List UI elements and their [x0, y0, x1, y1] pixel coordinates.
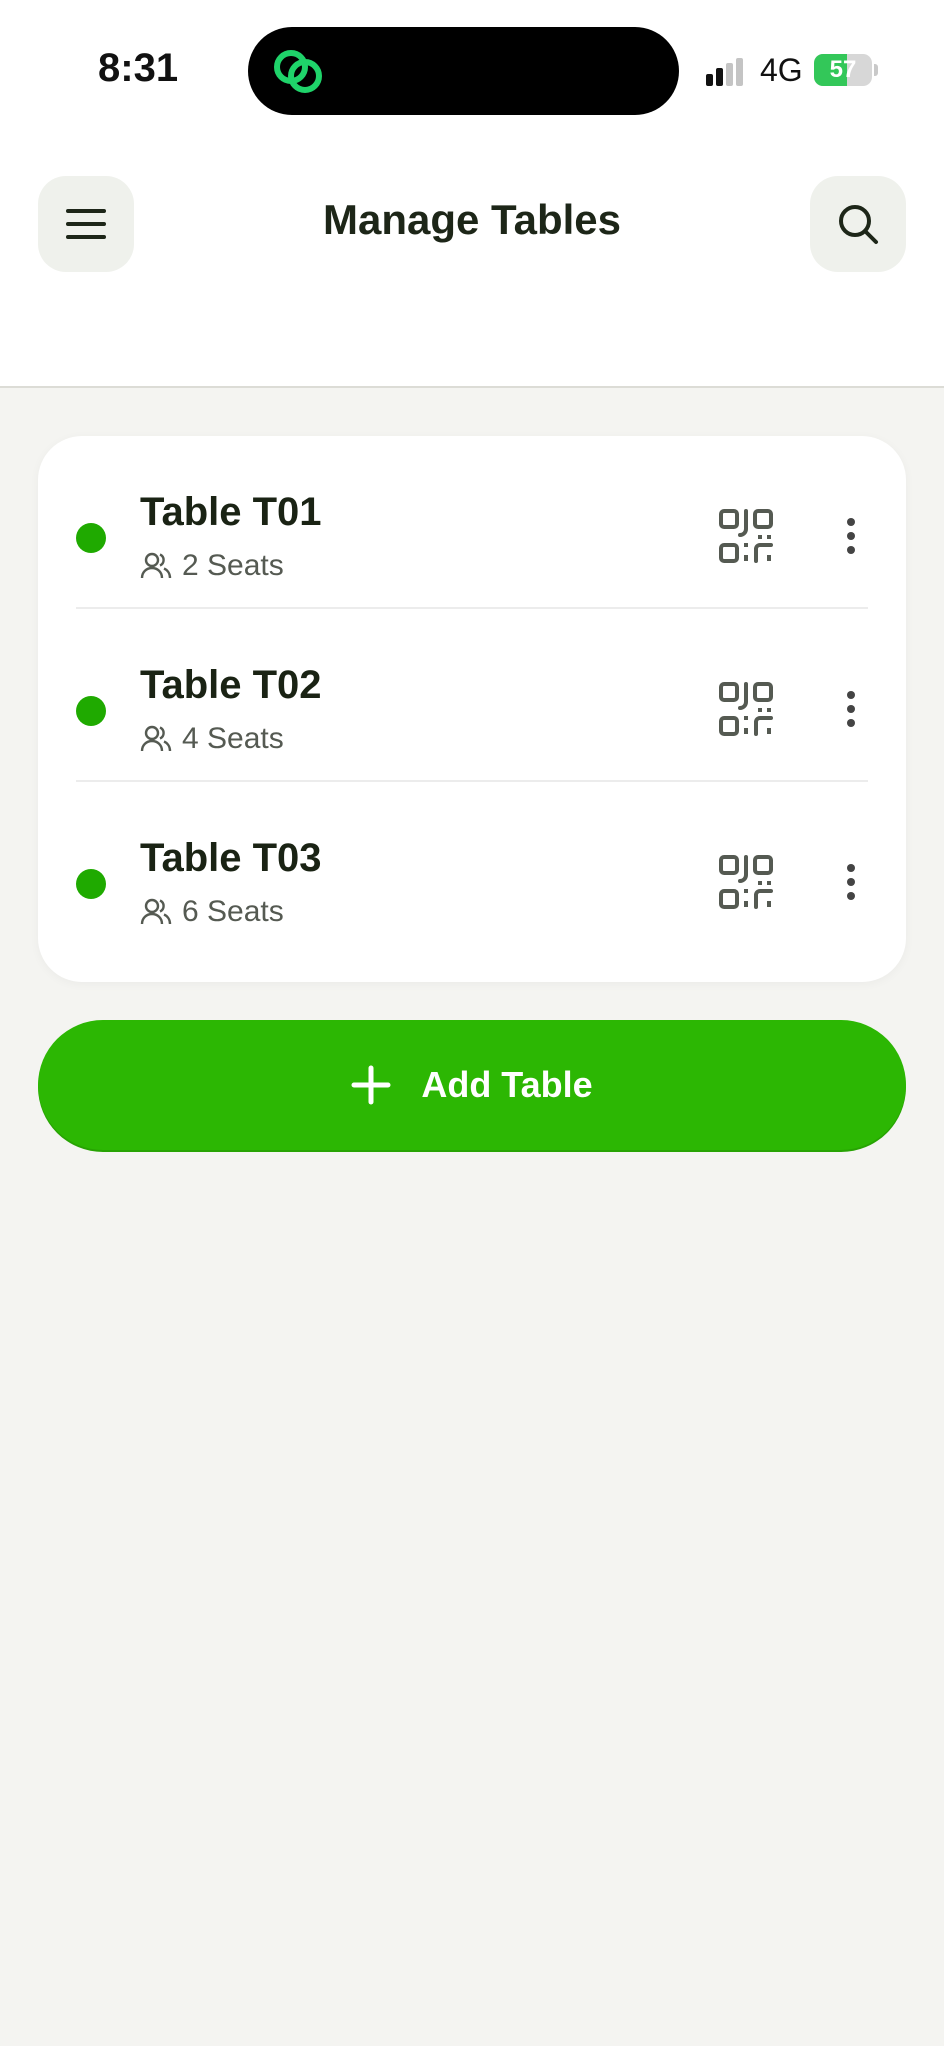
status-time: 8:31: [98, 46, 179, 90]
page-title: Manage Tables: [323, 196, 621, 243]
dynamic-island: [248, 27, 679, 115]
seats-count: 6 Seats: [182, 895, 284, 928]
plus-icon: [351, 1065, 391, 1105]
more-vertical-icon: [847, 864, 855, 900]
people-icon: [140, 725, 172, 752]
table-row[interactable]: Table T02 4 Seats: [38, 609, 906, 782]
battery-icon: 57: [814, 54, 878, 86]
seats-count: 2 Seats: [182, 549, 284, 582]
more-options-button[interactable]: [836, 506, 866, 566]
table-name: Table T03: [140, 836, 322, 880]
qr-code-icon[interactable]: [718, 854, 774, 910]
seats-info: 6 Seats: [140, 894, 284, 930]
people-icon: [140, 898, 172, 925]
table-row[interactable]: Table T01 2 Seats: [38, 436, 906, 609]
seats-count: 4 Seats: [182, 722, 284, 755]
search-icon: [839, 205, 878, 244]
table-row[interactable]: Table T03 6 Seats: [38, 782, 906, 955]
more-options-button[interactable]: [836, 679, 866, 739]
people-icon: [140, 552, 172, 579]
seats-info: 4 Seats: [140, 721, 284, 757]
qr-code-icon[interactable]: [718, 508, 774, 564]
seats-info: 2 Seats: [140, 548, 284, 584]
status-indicator: [76, 869, 106, 899]
signal-icon: [706, 58, 743, 86]
search-button[interactable]: [810, 176, 906, 272]
app-logo-icon: [274, 50, 322, 93]
status-indicator: [76, 696, 106, 726]
more-vertical-icon: [847, 691, 855, 727]
network-type: 4G: [760, 52, 803, 88]
tables-list: Table T01 2 Seats Table T02 4 Seats Tabl…: [38, 436, 906, 982]
qr-code-icon[interactable]: [718, 681, 774, 737]
status-bar: 8:31 4G 57: [0, 0, 944, 140]
more-vertical-icon: [847, 518, 855, 554]
add-table-button[interactable]: Add Table: [38, 1020, 906, 1150]
battery-percent: 57: [829, 56, 857, 83]
table-name: Table T02: [140, 663, 322, 707]
add-table-label: Add Table: [421, 1064, 593, 1105]
more-options-button[interactable]: [836, 852, 866, 912]
table-name: Table T01: [140, 490, 322, 534]
app-header: Manage Tables: [0, 140, 944, 388]
status-indicator: [76, 523, 106, 553]
